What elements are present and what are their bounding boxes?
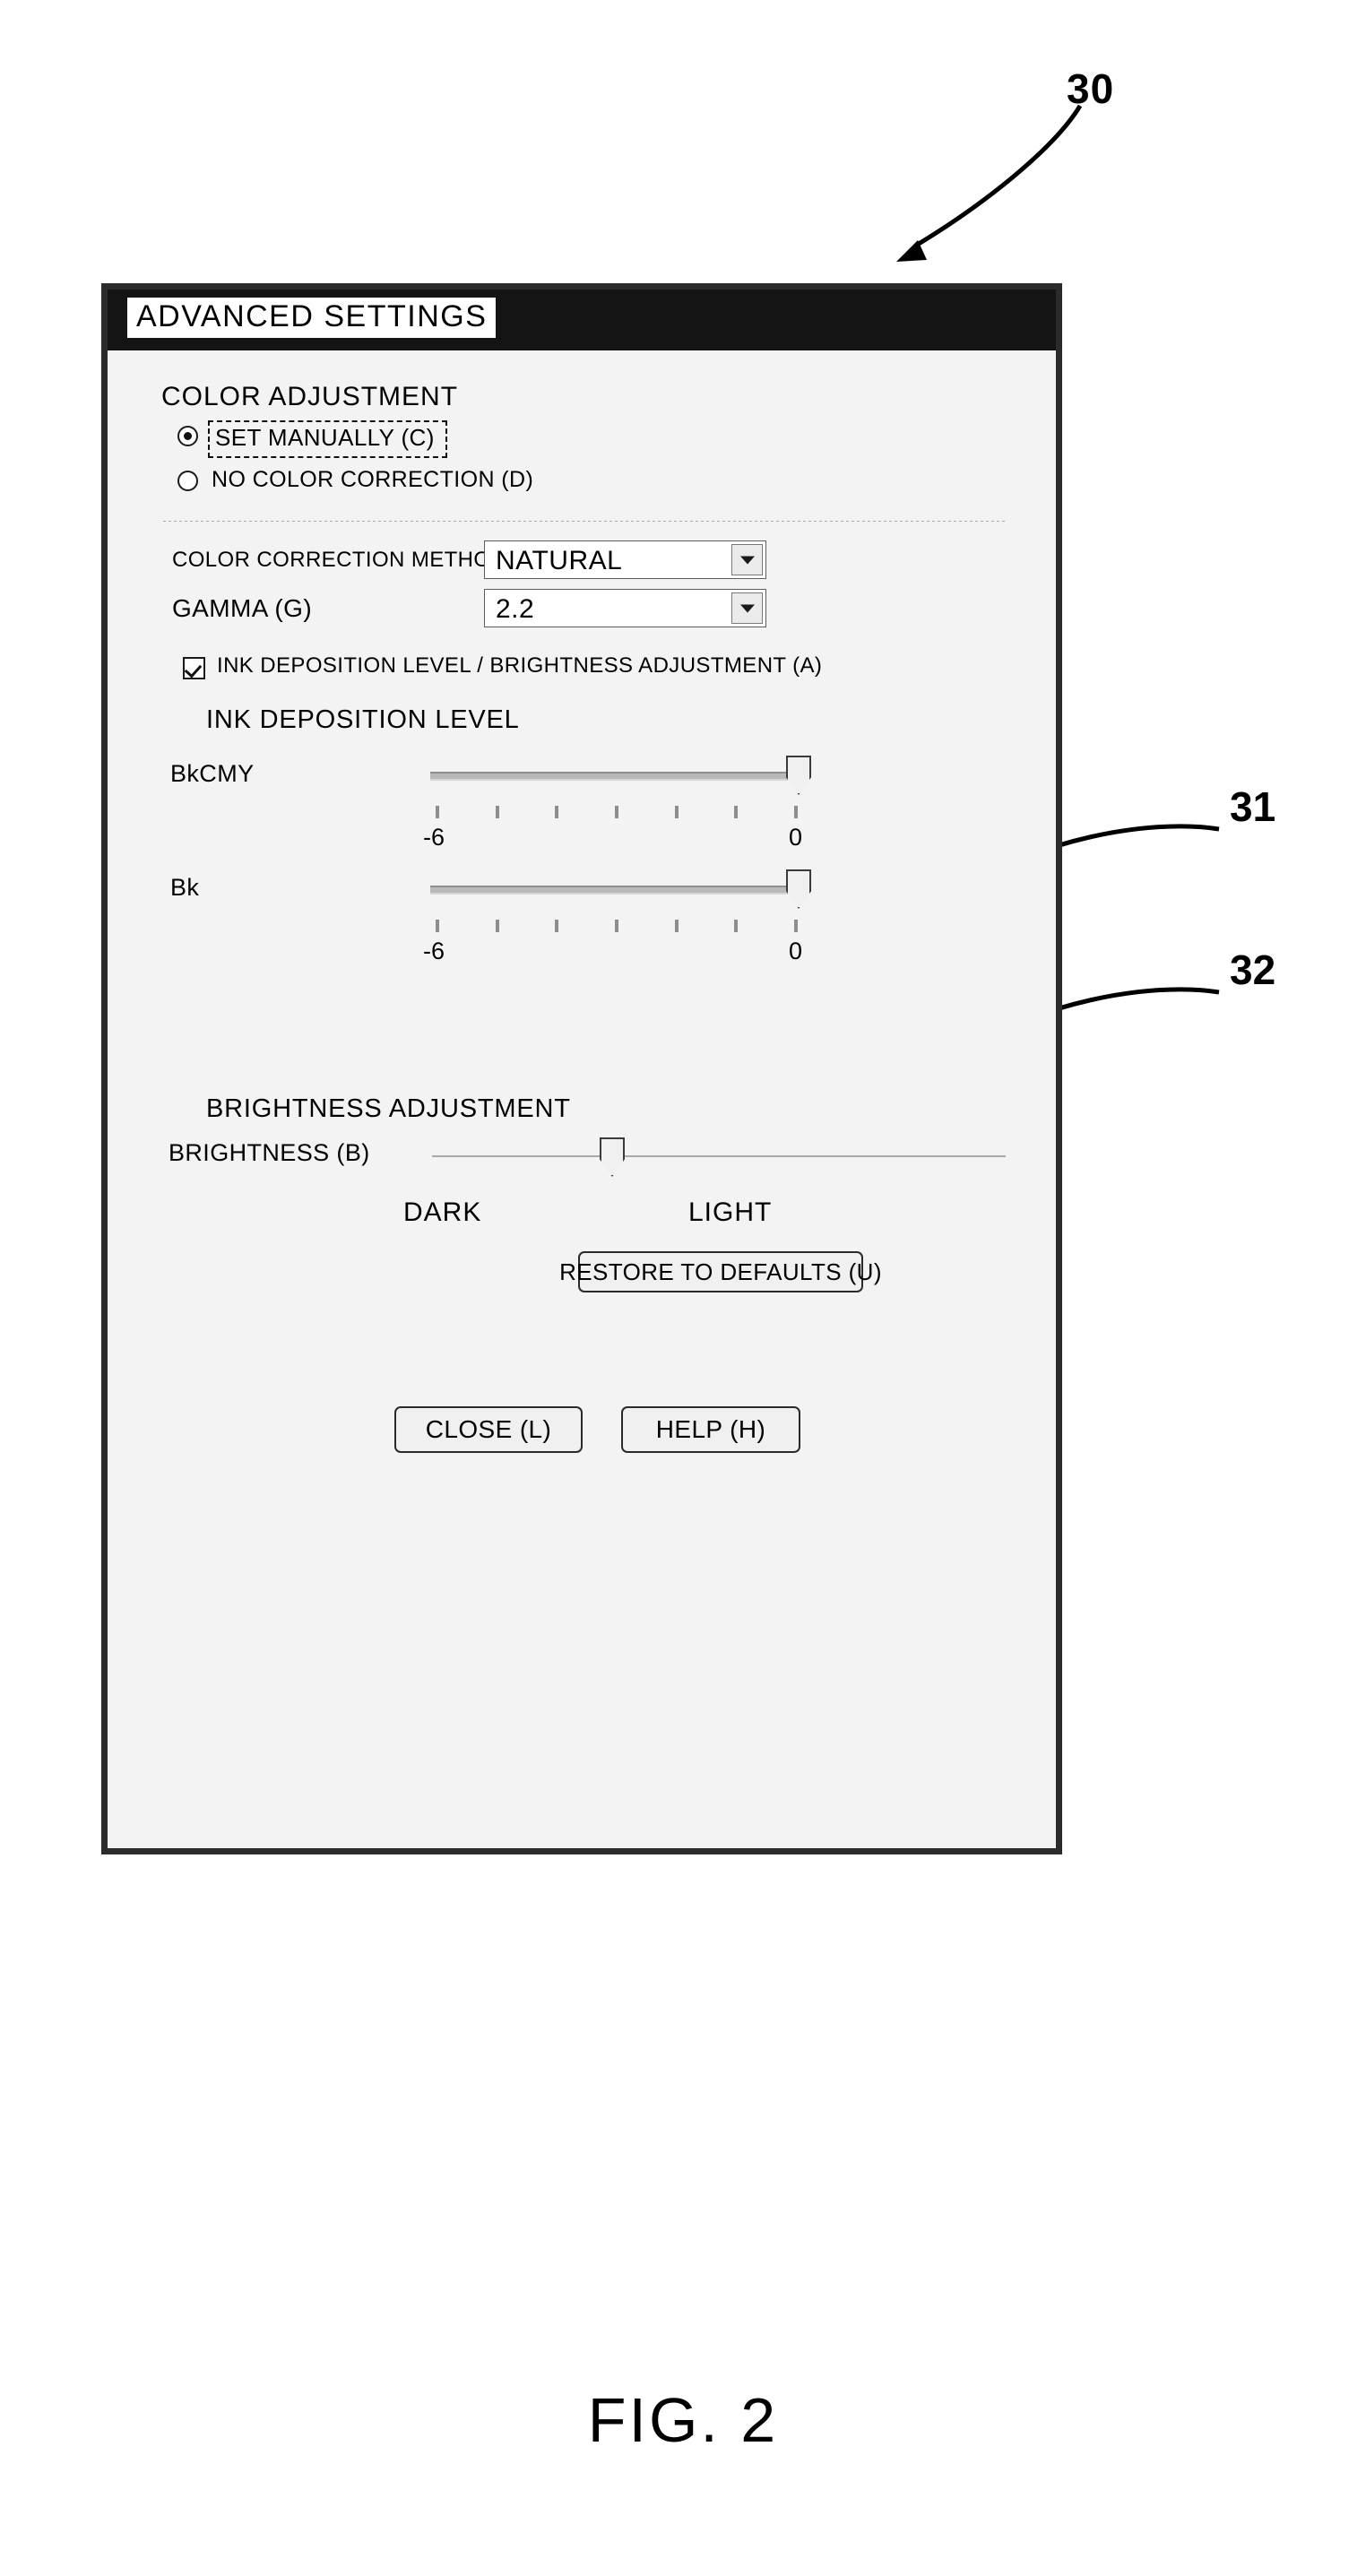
label-gamma: GAMMA (G) [172, 594, 313, 622]
slider-track-bk[interactable] [430, 886, 798, 895]
slider-label-bkcmy: BkCMY [170, 760, 255, 787]
subheading-brightness-adjustment: BRIGHTNESS ADJUSTMENT [206, 1094, 571, 1123]
reference-numeral-31: 31 [1230, 783, 1276, 830]
leader-line-30 [917, 104, 1083, 246]
radio-label-no-color-correction[interactable]: NO COLOR CORRECTION (D) [212, 467, 533, 493]
figure-caption: FIG. 2 [587, 2385, 779, 2455]
slider-min-label-brightness: DARK [403, 1197, 482, 1227]
combobox-value-gamma: 2.2 [496, 594, 535, 624]
reference-numeral-32: 32 [1230, 947, 1276, 993]
slider-max-label-bkcmy: 0 [789, 824, 803, 851]
leader-arrowhead-30 [896, 240, 927, 262]
combobox-color-correction-method[interactable]: NATURAL [484, 540, 766, 579]
close-button[interactable]: CLOSE (L) [394, 1406, 583, 1453]
radio-label-set-manually[interactable]: SET MANUALLY (C) [208, 420, 447, 458]
bk-slider-thumb[interactable] [786, 869, 811, 909]
combobox-gamma[interactable]: 2.2 [484, 589, 766, 627]
dialog-title: ADVANCED SETTINGS [127, 298, 497, 339]
slider-track-brightness[interactable] [432, 1155, 1006, 1157]
dialog-body: COLOR ADJUSTMENT SET MANUALLY (C) NO COL… [108, 350, 1056, 1848]
brightness-slider-thumb[interactable] [600, 1137, 625, 1177]
combobox-value-color-correction-method: NATURAL [496, 546, 623, 575]
slider-max-label-bk: 0 [789, 938, 803, 964]
slider-label-brightness: BRIGHTNESS (B) [169, 1139, 370, 1166]
chevron-down-icon[interactable] [731, 592, 763, 624]
advanced-settings-dialog: ADVANCED SETTINGS COLOR ADJUSTMENT SET M… [101, 283, 1062, 1854]
slider-ticks-bkcmy [436, 806, 798, 818]
restore-to-defaults-button[interactable]: RESTORE TO DEFAULTS (U) [559, 1251, 881, 1292]
subheading-ink-deposition-level: INK DEPOSITION LEVEL [206, 705, 520, 734]
section-heading-color-adjustment: COLOR ADJUSTMENT [161, 382, 459, 411]
slider-min-label-bkcmy: -6 [423, 824, 445, 851]
slider-label-bk: Bk [170, 874, 200, 901]
checkbox-ink-deposition-brightness[interactable] [183, 657, 205, 679]
radio-set-manually[interactable] [177, 426, 198, 446]
slider-min-label-bk: -6 [423, 938, 445, 964]
slider-ticks-bk [436, 920, 798, 932]
slider-track-bkcmy[interactable] [430, 772, 798, 781]
reference-numeral-30: 30 [1067, 65, 1115, 112]
bkcmy-slider-thumb[interactable] [786, 756, 811, 795]
radio-selected-dot [184, 432, 192, 440]
help-button[interactable]: HELP (H) [621, 1406, 800, 1453]
radio-no-color-correction[interactable] [177, 471, 198, 491]
chevron-down-icon[interactable] [731, 544, 763, 575]
checkbox-label-ink-deposition-brightness[interactable]: INK DEPOSITION LEVEL / BRIGHTNESS ADJUST… [217, 653, 822, 679]
slider-max-label-brightness: LIGHT [688, 1197, 773, 1227]
section-divider [163, 521, 1006, 522]
dialog-titlebar: ADVANCED SETTINGS [108, 290, 1056, 350]
